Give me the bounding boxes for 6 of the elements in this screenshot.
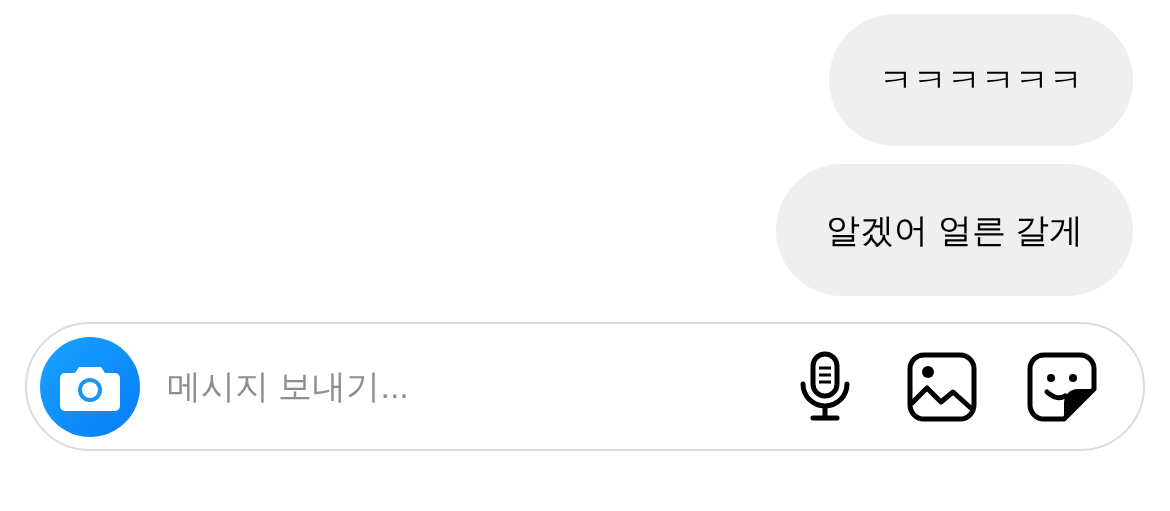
sticker-icon[interactable]: [1027, 351, 1097, 422]
message-input-field[interactable]: 메시지 보내기...: [167, 361, 799, 412]
image-icon[interactable]: [907, 351, 977, 422]
message-bubble: 알겠어 얼른 갈게: [776, 164, 1133, 296]
message-bubble: ㅋㅋㅋㅋㅋㅋ: [829, 14, 1133, 146]
microphone-icon[interactable]: [799, 350, 851, 423]
